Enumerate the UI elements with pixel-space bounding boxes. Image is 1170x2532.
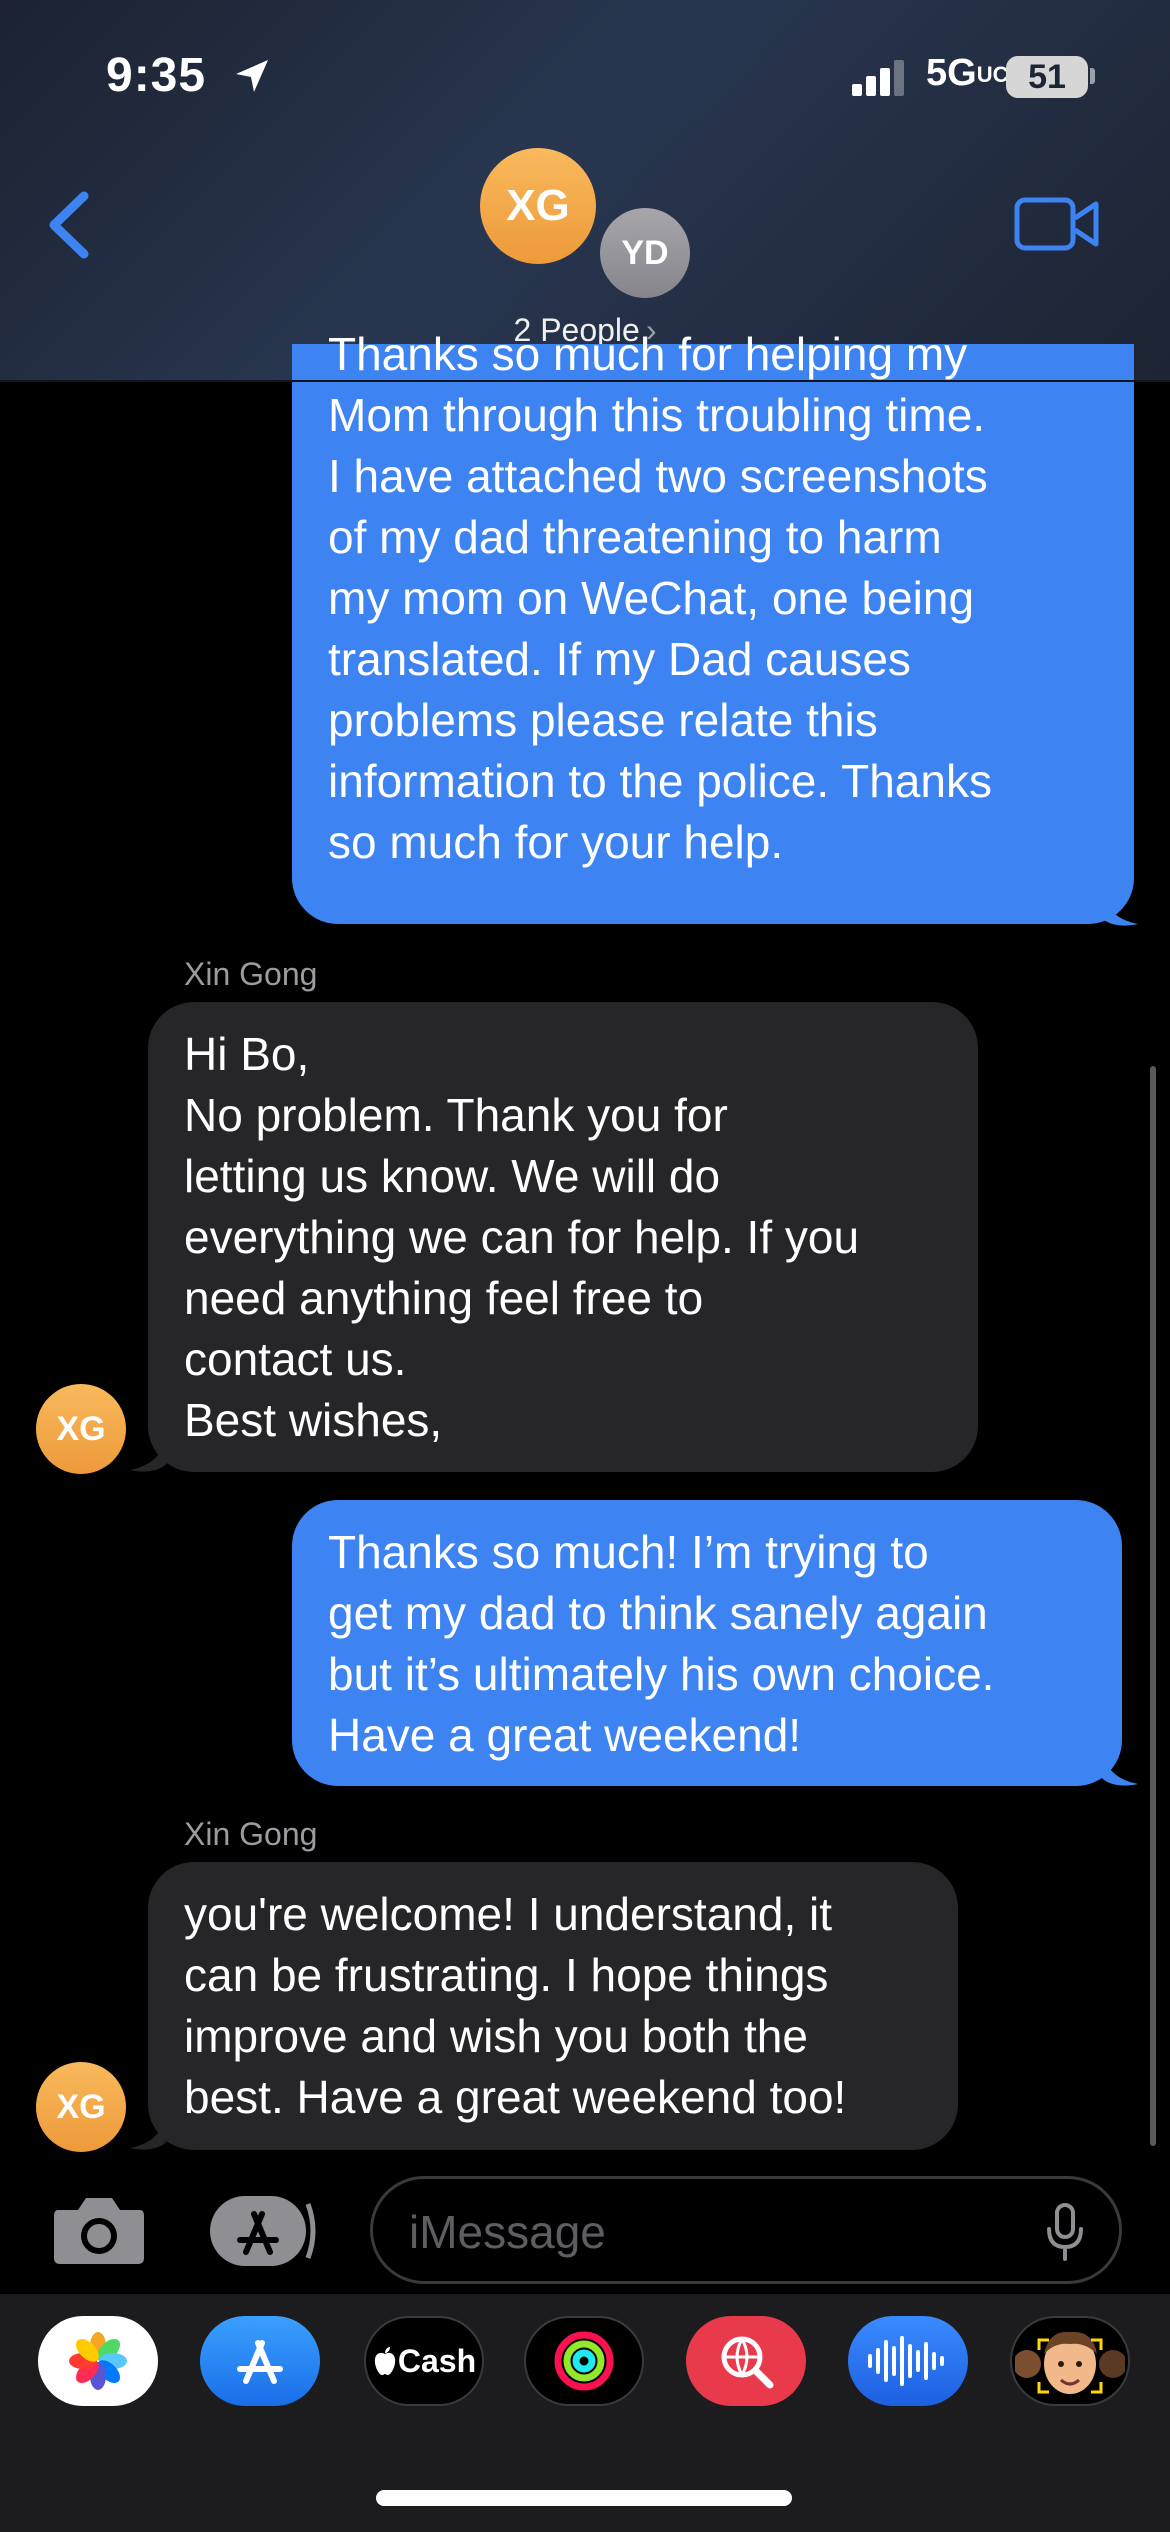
- message-bubble-received[interactable]: you're welcome! I understand, it can be …: [148, 1862, 958, 2150]
- activity-rings-icon: [554, 2331, 614, 2391]
- message-line: Thanks so much! I’m trying to: [328, 1526, 929, 1578]
- message-line: information to the police. Thanks: [328, 755, 992, 807]
- status-time: 9:35: [106, 49, 207, 102]
- sender-name: Xin Gong: [184, 956, 318, 992]
- message-line: everything we can for help. If you: [184, 1211, 860, 1263]
- cash-label: Cash: [397, 2342, 477, 2379]
- bubble-tail: [130, 2108, 168, 2150]
- avatar[interactable]: XG: [36, 1384, 126, 1474]
- message-bubble-received[interactable]: Hi Bo, No problem. Thank you for letting…: [148, 1002, 978, 1472]
- message-line: letting us know. We will do: [184, 1150, 721, 1202]
- message-line: Have a great weekend!: [328, 1709, 802, 1761]
- message-line: contact us.: [184, 1333, 407, 1385]
- battery-indicator: 51: [1006, 56, 1088, 98]
- microphone-icon[interactable]: [1045, 2203, 1085, 2261]
- apple-logo-icon: [374, 2347, 396, 2375]
- globe-search-icon: [721, 2336, 774, 2389]
- scrollbar[interactable]: [1150, 1066, 1156, 2146]
- message-line: translated. If my Dad causes: [328, 633, 911, 685]
- avatar[interactable]: XG: [36, 2062, 126, 2152]
- network-type: 5GUC: [926, 52, 1009, 94]
- audio-message-icon[interactable]: [848, 2316, 968, 2406]
- battery-cap: [1090, 68, 1095, 84]
- bubble-tail: [1100, 884, 1138, 926]
- message-line: get my dad to think sanely again: [328, 1587, 988, 1639]
- memoji-icon[interactable]: [1010, 2316, 1130, 2406]
- message-line: so much for your help.: [328, 816, 784, 868]
- avatar[interactable]: XG: [480, 148, 596, 264]
- message-line: of my dad threatening to harm: [328, 511, 942, 563]
- photos-icon[interactable]: [38, 2316, 158, 2406]
- input-placeholder: iMessage: [409, 2206, 606, 2258]
- message-line: you're welcome! I understand, it: [184, 1888, 832, 1940]
- message-line: can be frustrating. I hope things: [184, 1949, 829, 2001]
- photos-flower-icon: [69, 2332, 127, 2390]
- message-line: but it’s ultimately his own choice.: [328, 1648, 995, 1700]
- message-line: need anything feel free to: [184, 1272, 704, 1324]
- message-input[interactable]: iMessage: [370, 2176, 1122, 2284]
- camera-icon[interactable]: [52, 2192, 146, 2266]
- message-bubble-sent[interactable]: Thanks so much! I’m trying to get my dad…: [292, 1500, 1122, 1786]
- message-line: I have attached two screenshots: [328, 450, 988, 502]
- message-line: best. Have a great weekend too!: [184, 2071, 847, 2123]
- message-bubble-sent[interactable]: Thanks so much for helping my Mom throug…: [292, 328, 1134, 924]
- message-line: Best wishes,: [184, 1394, 443, 1446]
- location-arrow-icon: [236, 60, 268, 92]
- message-line: problems please relate this: [328, 694, 878, 746]
- header-shadow: [0, 380, 1170, 382]
- bubble-tail: [1100, 1744, 1138, 1786]
- app-store-icon[interactable]: [208, 2196, 320, 2266]
- cellular-signal-icon: [852, 60, 904, 96]
- home-indicator[interactable]: [376, 2490, 792, 2506]
- waveform-icon: [868, 2336, 944, 2386]
- image-search-icon[interactable]: [686, 2316, 806, 2406]
- message-line: improve and wish you both the: [184, 2010, 808, 2062]
- memoji-face-icon: [1015, 2331, 1125, 2394]
- message-line: Thanks so much for helping my: [328, 328, 968, 380]
- app-store-icon[interactable]: [200, 2316, 320, 2406]
- back-chevron-icon[interactable]: [40, 180, 100, 270]
- message-line: No problem. Thank you for: [184, 1089, 728, 1141]
- apple-cash-icon[interactable]: Cash: [364, 2316, 484, 2406]
- message-line: my mom on WeChat, one being: [328, 572, 975, 624]
- app-store-a-icon: [237, 2340, 283, 2384]
- fitness-icon[interactable]: [524, 2316, 644, 2406]
- video-call-icon[interactable]: [1014, 192, 1100, 256]
- avatar[interactable]: YD: [600, 208, 690, 298]
- bubble-tail: [130, 1430, 168, 1472]
- message-line: Hi Bo,: [184, 1028, 310, 1080]
- message-line: Mom through this troubling time.: [328, 389, 986, 441]
- sender-name: Xin Gong: [184, 1816, 318, 1852]
